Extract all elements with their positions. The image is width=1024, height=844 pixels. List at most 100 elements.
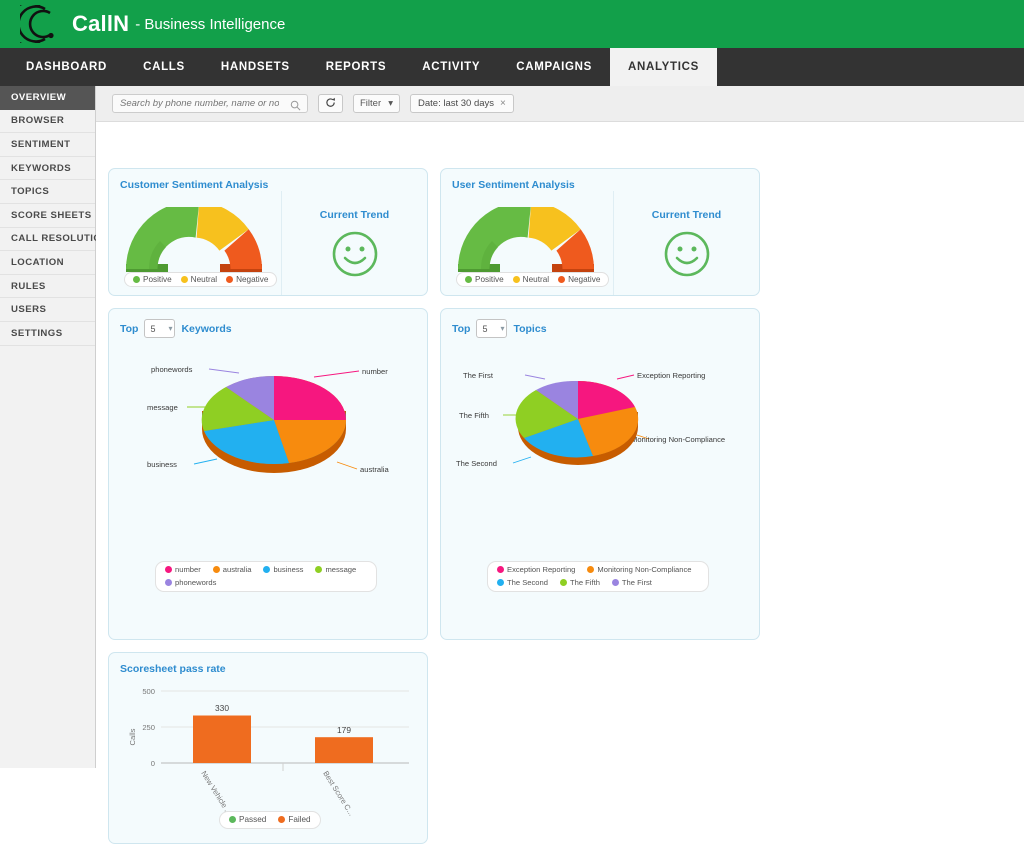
chevron-down-icon: ▾	[168, 324, 173, 333]
sidebar-item-sentiment[interactable]: SENTIMENT	[0, 133, 95, 157]
refresh-button[interactable]	[318, 94, 343, 113]
tab-handsets[interactable]: HANDSETS	[203, 48, 308, 86]
legend-item-number: number	[165, 565, 201, 574]
y-axis-label: Calls	[128, 728, 137, 745]
legend-item-australia: australia	[212, 565, 251, 574]
main-content: Filter ▾ Date: last 30 days × Customer S…	[96, 86, 1024, 844]
keywords-noun-label: Keywords	[181, 322, 232, 335]
brand-name: CallN	[72, 11, 130, 36]
topics-top-control: Top 5 ▾ Topics	[441, 309, 759, 338]
sidebar-nav: OVERVIEW BROWSER SENTIMENT KEYWORDS TOPI…	[0, 86, 108, 768]
x-tick-best-score: Best Score C...	[321, 769, 356, 817]
legend-item-neutral: Neutral	[180, 275, 218, 284]
keywords-count-value: 5	[150, 323, 156, 334]
tab-campaigns[interactable]: CAMPAIGNS	[498, 48, 610, 86]
close-icon[interactable]: ×	[500, 98, 506, 109]
customer-sentiment-legend: Positive Neutral Negative	[124, 272, 278, 287]
bar-best-score-failed[interactable]	[315, 737, 373, 763]
tab-dashboard[interactable]: DASHBOARD	[8, 48, 125, 86]
scoresheet-pass-rate-card: Scoresheet pass rate 500 250 0 Calls 330…	[108, 652, 428, 844]
customer-sentiment-title: Customer Sentiment Analysis	[120, 179, 269, 191]
legend-item-passed: Passed	[229, 815, 266, 824]
tab-analytics[interactable]: ANALYTICS	[610, 48, 718, 86]
legend-swatch-positive	[465, 276, 472, 283]
legend-item-negative: Negative	[226, 275, 268, 284]
pie-label-monitoring-non-compliance: Monitoring Non-Compliance	[631, 435, 725, 444]
sidebar-item-call-resolution[interactable]: CALL RESOLUTION	[0, 228, 108, 252]
legend-item-failed: Failed	[278, 815, 311, 824]
date-range-chip[interactable]: Date: last 30 days ×	[410, 94, 514, 113]
user-sentiment-legend: Positive Neutral Negative	[456, 272, 610, 287]
legend-swatch-neutral	[180, 276, 188, 283]
tab-calls[interactable]: CALLS	[125, 48, 203, 86]
sidebar-item-score-sheets[interactable]: SCORE SHEETS	[0, 204, 95, 228]
filter-dropdown-button[interactable]: Filter ▾	[353, 94, 400, 113]
user-sentiment-card: User Sentiment Analysis Positive Neutral…	[440, 168, 760, 296]
keywords-top-control: Top 5 ▾ Keywords	[109, 309, 427, 338]
y-tick-250: 250	[142, 723, 155, 732]
sidebar-item-location[interactable]: LOCATION	[0, 251, 95, 275]
legend-item-neutral: Neutral	[512, 275, 550, 284]
pie-label-the-first: The First	[463, 371, 494, 380]
legend-label-neutral: Neutral	[190, 275, 218, 284]
tab-reports[interactable]: REPORTS	[308, 48, 405, 86]
legend-label-the-fifth: The Fifth	[569, 578, 600, 587]
date-range-label: Date: last 30 days	[418, 98, 495, 109]
customer-sentiment-card: Customer Sentiment Analysis Positive Neu…	[108, 168, 428, 296]
user-trend-title: Current Trend	[651, 209, 722, 221]
callin-logo-icon	[12, 2, 68, 46]
search-box[interactable]	[112, 94, 308, 113]
legend-label-positive: Positive	[143, 275, 172, 284]
keywords-count-select[interactable]: 5 ▾	[144, 319, 176, 338]
legend-swatch-neutral	[512, 276, 520, 283]
legend-swatch-negative	[558, 276, 566, 283]
bar-new-vehicle-failed[interactable]	[193, 715, 251, 764]
legend-item-exception-reporting: Exception Reporting	[497, 565, 575, 574]
legend-label-positive: Positive	[475, 275, 504, 284]
legend-item-phonewords: phonewords	[165, 578, 216, 587]
legend-label-the-second: The Second	[507, 578, 548, 587]
customer-current-trend: Current Trend	[281, 191, 427, 295]
pie-label-number: number	[362, 367, 388, 376]
sidebar-item-settings[interactable]: SETTINGS	[0, 322, 95, 346]
bar-value-best-score: 179	[337, 725, 351, 735]
sidebar-item-overview[interactable]: OVERVIEW	[0, 86, 95, 110]
keywords-top-label: Top	[120, 322, 139, 335]
keywords-legend: number australia business message phonew…	[155, 561, 377, 592]
tab-activity[interactable]: ACTIVITY	[404, 48, 498, 86]
search-input[interactable]	[113, 95, 281, 112]
pie-label-business: business	[147, 460, 177, 469]
topics-top-label: Top	[452, 322, 471, 335]
sidebar-item-users[interactable]: USERS	[0, 298, 95, 322]
legend-swatch-message	[315, 566, 323, 573]
legend-label-phonewords: phonewords	[175, 578, 217, 587]
legend-label-passed: Passed	[239, 815, 267, 824]
legend-item-business: business	[263, 565, 303, 574]
legend-item-the-fifth: The Fifth	[559, 578, 600, 587]
pie-label-message: message	[147, 403, 178, 412]
pie-label-exception-reporting: Exception Reporting	[637, 371, 705, 380]
legend-swatch-negative	[226, 276, 234, 283]
legend-label-neutral: Neutral	[522, 275, 550, 284]
legend-swatch-failed	[278, 816, 286, 823]
legend-item-monitoring-non-compliance: Monitoring Non-Compliance	[587, 565, 692, 574]
legend-swatch-phonewords	[165, 579, 172, 586]
topics-legend: Exception Reporting Monitoring Non-Compl…	[487, 561, 709, 592]
legend-item-the-second: The Second	[497, 578, 548, 587]
legend-label-exception-reporting: Exception Reporting	[507, 565, 576, 574]
legend-swatch-business	[263, 566, 271, 573]
sidebar-item-topics[interactable]: TOPICS	[0, 180, 95, 204]
refresh-icon	[325, 97, 336, 111]
sidebar-item-keywords[interactable]: KEYWORDS	[0, 157, 95, 181]
customer-trend-title: Current Trend	[319, 209, 390, 221]
legend-swatch-the-first	[611, 579, 619, 586]
legend-item-message: message	[315, 565, 356, 574]
sidebar-item-rules[interactable]: RULES	[0, 275, 95, 299]
sidebar-item-browser[interactable]: BROWSER	[0, 110, 95, 134]
top-keywords-card: Top 5 ▾ Keywords number australia busine…	[108, 308, 428, 640]
legend-item-the-first: The First	[611, 578, 652, 587]
pie-label-australia: australia	[360, 465, 389, 474]
legend-swatch-the-fifth	[559, 579, 567, 586]
legend-swatch-australia	[212, 566, 220, 573]
topics-count-select[interactable]: 5 ▾	[476, 319, 508, 338]
